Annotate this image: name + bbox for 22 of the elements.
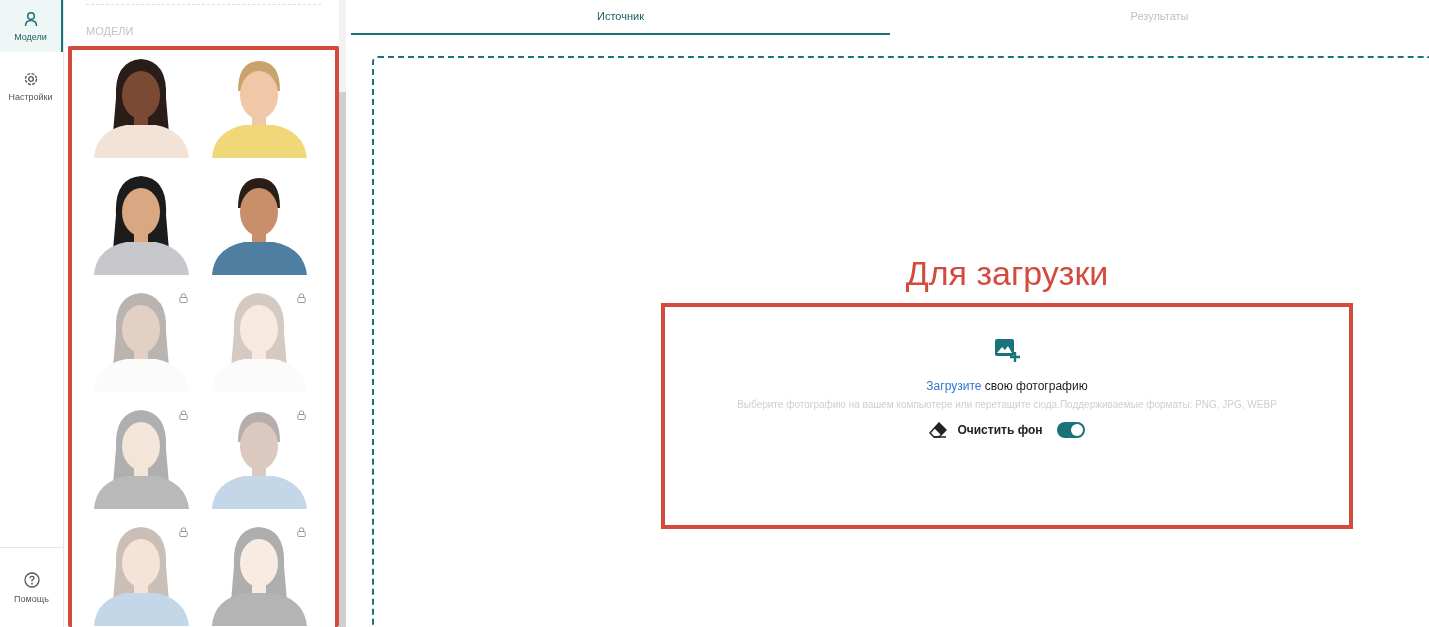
lock-icon — [179, 527, 188, 537]
nav-item[interactable]: Модели — [0, 0, 63, 52]
scrollbar[interactable] — [339, 0, 346, 627]
upload-link[interactable]: Загрузите — [926, 379, 982, 393]
person-icon — [22, 10, 39, 27]
eraser-icon — [929, 422, 948, 438]
section-heading: МОДЕЛИ — [85, 24, 135, 39]
lock-icon — [179, 410, 188, 420]
lock-icon — [297, 293, 306, 303]
help-icon — [23, 571, 40, 588]
upload-text: Загрузите свою фотографию — [926, 379, 1088, 393]
tab[interactable]: Источник — [351, 0, 890, 35]
toggle-label: Очистить фон — [957, 423, 1043, 437]
toggle-switch[interactable] — [1056, 422, 1085, 438]
lock-icon — [297, 527, 306, 537]
image-add-icon — [994, 337, 1020, 363]
lock-icon — [179, 293, 188, 303]
settings-icon — [22, 70, 39, 87]
annotation-title: Для загрузки — [904, 254, 1110, 293]
nav-item[interactable]: Настройки — [0, 60, 63, 112]
lock-icon — [297, 410, 306, 420]
help-button[interactable]: Помощь — [0, 547, 63, 627]
